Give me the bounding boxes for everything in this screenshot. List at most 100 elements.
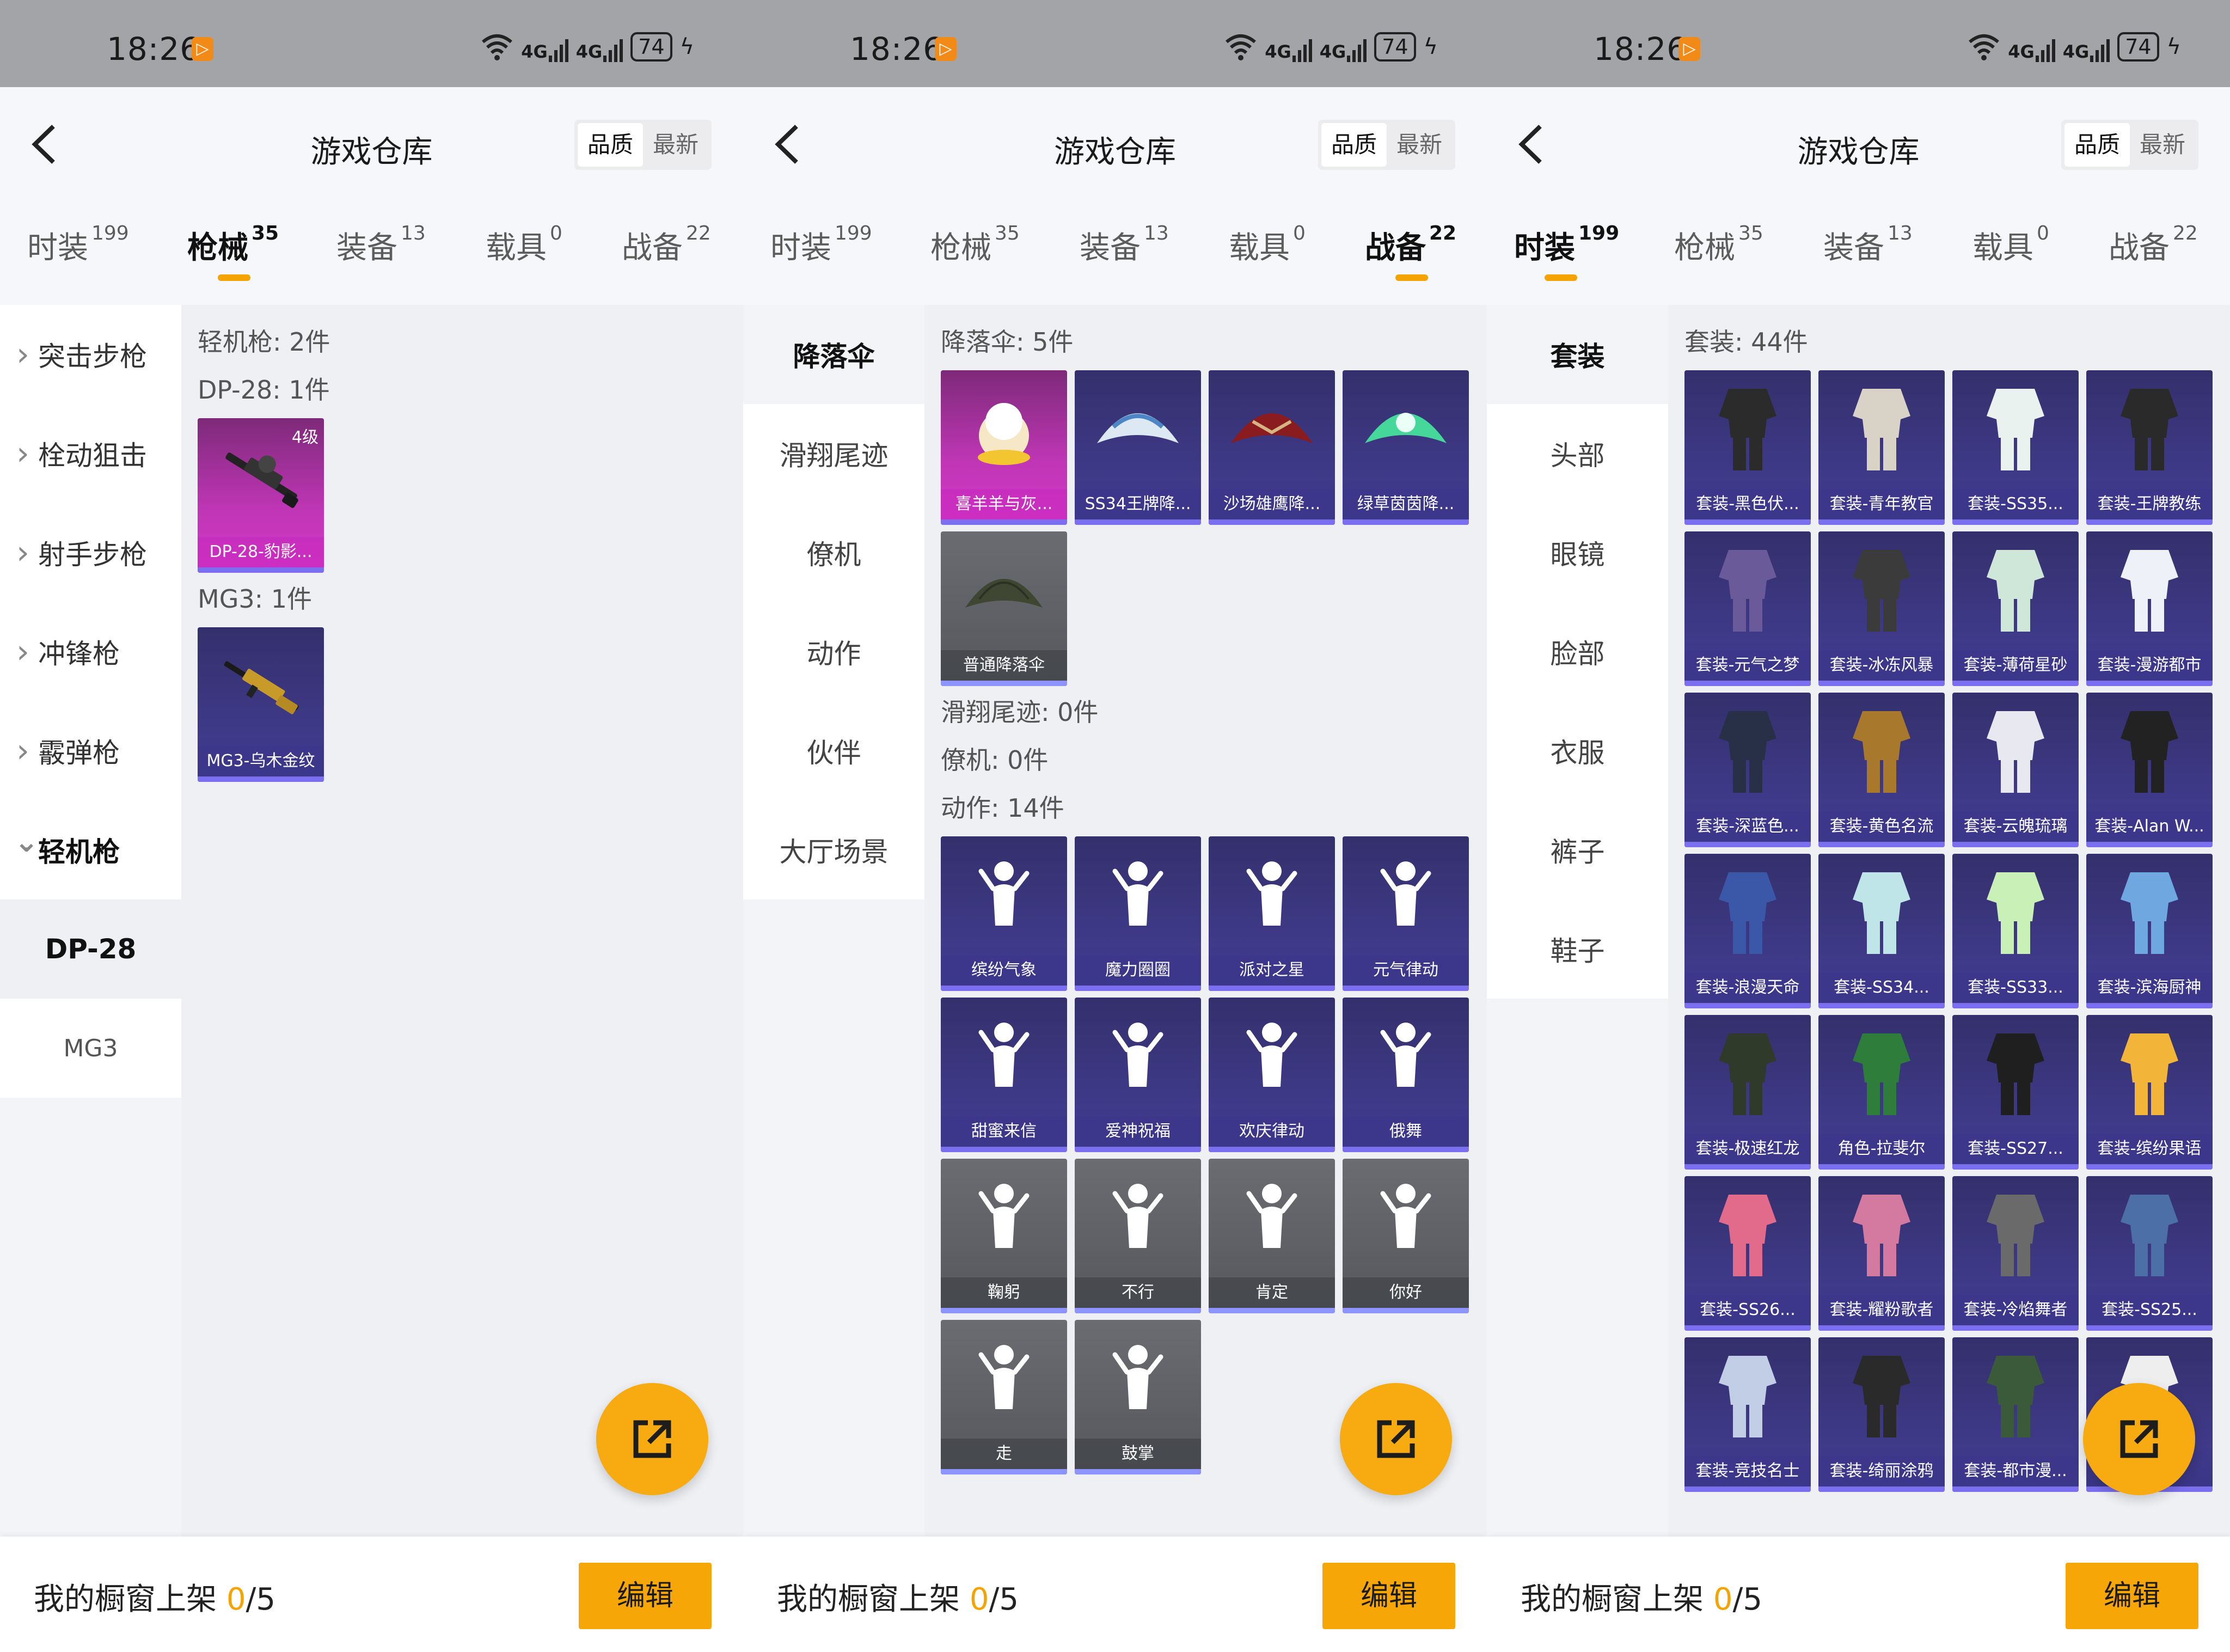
share-button[interactable]	[1340, 1383, 1452, 1495]
sort-latest-button[interactable]: 最新	[2130, 123, 2195, 167]
outfit-card[interactable]: 套装-SS34...	[1818, 854, 1945, 1008]
emote-card[interactable]: 你好	[1343, 1159, 1469, 1313]
sidebar-item-emote[interactable]: 动作	[743, 602, 924, 701]
share-button[interactable]	[2083, 1383, 2195, 1495]
outfit-card[interactable]: 套装-云魄琉璃	[1952, 693, 2079, 847]
outfit-card[interactable]: 套装-耀粉歌者	[1818, 1176, 1945, 1331]
outfit-card[interactable]: 套装-漫游都市	[2086, 531, 2213, 686]
outfit-card[interactable]: 套装-青年教官	[1818, 370, 1945, 525]
item-card[interactable]: 4级 DP-28-豹影...	[198, 418, 324, 573]
sidebar-item-bolt-sniper[interactable]: 栓动狙击	[0, 404, 181, 503]
emote-card[interactable]: 不行	[1075, 1159, 1201, 1313]
share-button[interactable]	[596, 1383, 708, 1495]
outfit-card[interactable]: 套装-竞技名士	[1684, 1337, 1811, 1492]
outfit-card[interactable]: 套装-缤纷果语	[2086, 1015, 2213, 1170]
emote-card[interactable]: 鞠躬	[941, 1159, 1067, 1313]
outfit-card[interactable]: 套装-极速红龙	[1684, 1015, 1811, 1170]
emote-card[interactable]: 鼓掌	[1075, 1320, 1201, 1474]
item-card[interactable]: 沙场雄鹰降...	[1209, 370, 1335, 525]
item-card[interactable]: 喜羊羊与灰...	[941, 370, 1067, 525]
sidebar-item-face[interactable]: 脸部	[1487, 602, 1668, 701]
outfit-card[interactable]: 套装-冰冻风暴	[1818, 531, 1945, 686]
sidebar-item-glasses[interactable]: 眼镜	[1487, 503, 1668, 602]
tab-fashion[interactable]: 时装 199	[770, 222, 872, 267]
outfit-card[interactable]: 套装-Alan W...	[2086, 693, 2213, 847]
outfit-card[interactable]: 套装-黄色名流	[1818, 693, 1945, 847]
tab-supplies[interactable]: 战备 22	[2109, 222, 2198, 267]
sort-quality-button[interactable]: 品质	[577, 123, 643, 167]
outfit-card[interactable]: 套装-都市漫...	[1952, 1337, 2079, 1492]
emote-card[interactable]: 肯定	[1209, 1159, 1335, 1313]
item-card[interactable]: 普通降落伞	[941, 531, 1067, 686]
emote-card[interactable]: 派对之星	[1209, 836, 1335, 991]
sidebar-item-glide-trail[interactable]: 滑翔尾迹	[743, 404, 924, 503]
outfit-card[interactable]: 套装-黑色伏...	[1684, 370, 1811, 525]
emote-card[interactable]: 甜蜜来信	[941, 998, 1067, 1152]
sidebar-item-smg[interactable]: 冲锋枪	[0, 602, 181, 701]
tab-supplies[interactable]: 战备 22	[1365, 222, 1456, 281]
sidebar-item-mg3[interactable]: MG3	[0, 999, 181, 1098]
emote-figure-icon	[941, 1159, 1067, 1277]
outfit-card[interactable]: 角色-拉斐尔	[1818, 1015, 1945, 1170]
tab-guns[interactable]: 枪械 35	[187, 222, 279, 281]
outfit-card[interactable]: 套装-元气之梦	[1684, 531, 1811, 686]
outfit-card[interactable]: 套装-浪漫天命	[1684, 854, 1811, 1008]
sidebar-item-shotgun[interactable]: 霰弹枪	[0, 701, 181, 800]
item-card[interactable]: 绿草茵茵降...	[1343, 370, 1469, 525]
tab-supplies[interactable]: 战备 22	[622, 222, 711, 267]
emote-figure-icon	[1343, 1159, 1469, 1277]
emote-card[interactable]: 魔力圈圈	[1075, 836, 1201, 991]
emote-card[interactable]: 欢庆律动	[1209, 998, 1335, 1152]
sidebar-item-shoes[interactable]: 鞋子	[1487, 900, 1668, 999]
tab-equipment[interactable]: 装备 13	[1823, 222, 1913, 267]
sidebar-item-clothes[interactable]: 衣服	[1487, 701, 1668, 800]
tab-fashion[interactable]: 时装 199	[1514, 222, 1619, 281]
edit-button[interactable]: 编辑	[2066, 1563, 2198, 1629]
outfit-card[interactable]: 套装-薄荷星砂	[1952, 531, 2079, 686]
sidebar-item-dmr[interactable]: 射手步枪	[0, 503, 181, 602]
item-card[interactable]: MG3-乌木金纹	[198, 627, 324, 782]
outfit-card[interactable]: 套装-冷焰舞者	[1952, 1176, 2079, 1331]
sidebar-item-lobby[interactable]: 大厅场景	[743, 800, 924, 900]
parachute-icon	[1343, 370, 1469, 489]
sort-quality-button[interactable]: 品质	[2064, 123, 2130, 167]
sidebar-item-parachute[interactable]: 降落伞	[743, 305, 924, 404]
emote-card[interactable]: 走	[941, 1320, 1067, 1474]
edit-button[interactable]: 编辑	[1322, 1563, 1455, 1629]
sidebar-item-head[interactable]: 头部	[1487, 404, 1668, 503]
outfit-card[interactable]: 套装-王牌教练	[2086, 370, 2213, 525]
tab-vehicles[interactable]: 载具 0	[486, 222, 562, 267]
sort-latest-button[interactable]: 最新	[1387, 123, 1452, 167]
emote-card[interactable]: 元气律动	[1343, 836, 1469, 991]
outfit-card[interactable]: 套装-SS33...	[1952, 854, 2079, 1008]
sidebar-item-companion[interactable]: 伙伴	[743, 701, 924, 800]
sidebar-item-outfit[interactable]: 套装	[1487, 305, 1668, 404]
sidebar-item-dp28[interactable]: DP-28	[0, 900, 181, 999]
outfit-card[interactable]: 套装-SS35...	[1952, 370, 2079, 525]
emote-card[interactable]: 缤纷气象	[941, 836, 1067, 991]
tab-equipment[interactable]: 装备 13	[336, 222, 426, 267]
sidebar-item-assault-rifle[interactable]: 突击步枪	[0, 305, 181, 404]
outfit-card[interactable]: 套装-SS25...	[2086, 1176, 2213, 1331]
tab-equipment[interactable]: 装备 13	[1080, 222, 1169, 267]
emote-card[interactable]: 俄舞	[1343, 998, 1469, 1152]
sidebar-item-lmg[interactable]: 轻机枪	[0, 800, 181, 900]
sidebar-item-wingman[interactable]: 僚机	[743, 503, 924, 602]
tab-vehicles[interactable]: 载具 0	[1229, 222, 1306, 267]
item-name: 套装-SS35...	[1952, 489, 2079, 519]
outfit-card[interactable]: 套装-SS27...	[1952, 1015, 2079, 1170]
sort-latest-button[interactable]: 最新	[643, 123, 708, 167]
outfit-card[interactable]: 套装-滨海厨神	[2086, 854, 2213, 1008]
edit-button[interactable]: 编辑	[579, 1563, 712, 1629]
sort-quality-button[interactable]: 品质	[1321, 123, 1387, 167]
outfit-card[interactable]: 套装-SS26...	[1684, 1176, 1811, 1331]
outfit-card[interactable]: 套装-绮丽涂鸦	[1818, 1337, 1945, 1492]
sidebar-item-pants[interactable]: 裤子	[1487, 800, 1668, 900]
tab-guns[interactable]: 枪械 35	[930, 222, 1020, 267]
item-card[interactable]: SS34王牌降...	[1075, 370, 1201, 525]
tab-fashion[interactable]: 时装 199	[27, 222, 129, 267]
outfit-card[interactable]: 套装-深蓝色...	[1684, 693, 1811, 847]
tab-vehicles[interactable]: 载具 0	[1972, 222, 2049, 267]
emote-card[interactable]: 爱神祝福	[1075, 998, 1201, 1152]
tab-guns[interactable]: 枪械 35	[1674, 222, 1763, 267]
